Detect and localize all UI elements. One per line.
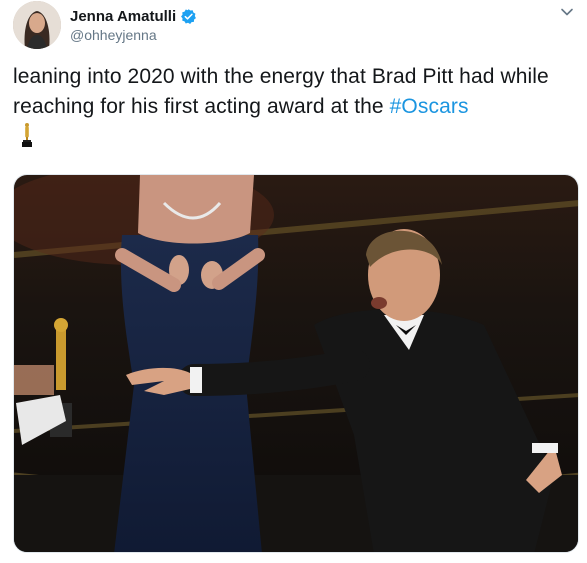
hashtag-link[interactable]: #Oscars bbox=[390, 95, 469, 118]
verified-badge-icon bbox=[181, 8, 197, 24]
oscar-statuette-icon bbox=[22, 123, 32, 147]
author-name-row[interactable]: Jenna Amatulli bbox=[70, 6, 197, 26]
tweet-text: leaning into 2020 with the energy that B… bbox=[13, 62, 578, 122]
award-ceremony-photo-icon bbox=[14, 175, 578, 552]
author-handle[interactable]: @ohheyjenna bbox=[70, 27, 157, 43]
tweet-media-photo[interactable] bbox=[13, 174, 579, 553]
chevron-down-icon[interactable] bbox=[559, 4, 575, 20]
author-avatar[interactable] bbox=[13, 1, 61, 49]
tweet: Jenna Amatulli @ohheyjenna leaning into … bbox=[0, 0, 587, 563]
profile-photo-icon bbox=[13, 1, 61, 49]
author-display-name[interactable]: Jenna Amatulli bbox=[70, 8, 176, 25]
